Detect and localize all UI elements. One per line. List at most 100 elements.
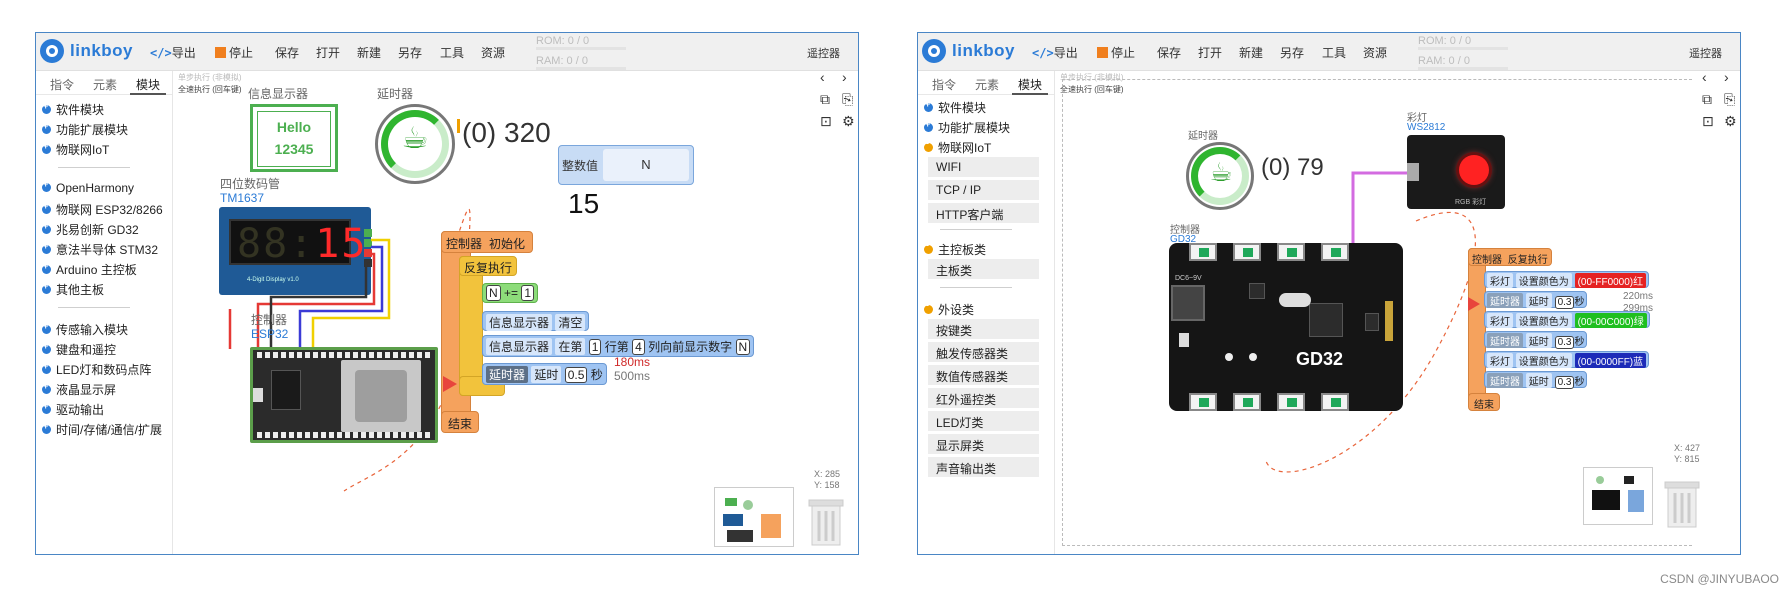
port-pad[interactable] [1321, 393, 1349, 411]
tools-button[interactable]: 工具 [440, 44, 464, 61]
color-value[interactable]: (00-0000FF)蓝 [1574, 353, 1647, 368]
sidebar-item-sensors[interactable]: 传感输入模块 [42, 321, 128, 338]
remote-button[interactable]: 遥控器 [1689, 45, 1722, 61]
sidebar-sub-buttons[interactable]: 按键类 [928, 319, 1039, 339]
set-color-block[interactable]: 彩灯 设置颜色为 (00-0000FF)蓝 [1484, 351, 1650, 368]
end-block[interactable]: 结束 [1468, 393, 1500, 411]
tab-instructions[interactable]: 指令 [932, 76, 956, 93]
port-pad[interactable] [1233, 393, 1261, 411]
open-button[interactable]: 打开 [1198, 44, 1222, 61]
port-pad[interactable] [1189, 243, 1217, 261]
port-pad[interactable] [1189, 393, 1217, 411]
new-button[interactable]: 新建 [357, 44, 381, 61]
sidebar-sub-value-sensors[interactable]: 数值传感器类 [928, 365, 1039, 385]
sidebar-sub-ir-remote[interactable]: 红外遥控类 [928, 388, 1039, 408]
loop-block[interactable]: 反复执行 [459, 256, 518, 276]
sidebar-item-extension[interactable]: 功能扩展模块 [924, 119, 1010, 136]
sidebar-item-keyboard[interactable]: 键盘和遥控 [42, 341, 116, 358]
stop-button[interactable]: 停止 [215, 44, 253, 61]
sidebar-sub-trigger-sensors[interactable]: 触发传感器类 [928, 342, 1039, 362]
sidebar-sub-wifi[interactable]: WIFI [928, 157, 1039, 177]
port-pad[interactable] [1277, 393, 1305, 411]
sidebar-item-iot[interactable]: 物联网IoT [924, 138, 991, 156]
increment-block[interactable]: N += 1 [482, 283, 539, 303]
sidebar-item-software[interactable]: 软件模块 [42, 101, 104, 118]
delay-value[interactable]: 0.3 [1554, 296, 1575, 309]
tab-elements[interactable]: 元素 [93, 76, 117, 93]
resources-button[interactable]: 资源 [1363, 44, 1387, 61]
delay-block[interactable]: 延时器 延时 0.5 秒 [482, 363, 607, 385]
row-value[interactable]: 1 [588, 339, 602, 355]
sidebar-item-esp32[interactable]: 物联网 ESP32/8266 [42, 201, 163, 218]
init-block[interactable]: 控制器 初始化 [441, 231, 534, 253]
sidebar-item-arduino[interactable]: Arduino 主控板 [42, 261, 137, 278]
delay-value[interactable]: 0.3 [1554, 336, 1575, 349]
sidebar-item-software[interactable]: 软件模块 [924, 99, 986, 116]
module-sidebar: 指令 元素 模块 软件模块 功能扩展模块 物联网IoT OpenHarmony … [36, 71, 173, 554]
increment-value[interactable]: 1 [521, 285, 535, 301]
sidebar-item-drive-output[interactable]: 驱动输出 [42, 401, 104, 418]
sidebar-sub-tcp[interactable]: TCP / IP [928, 180, 1039, 200]
sidebar-sub-http[interactable]: HTTP客户端 [928, 203, 1039, 223]
color-value[interactable]: (00-00C000)绿 [1574, 313, 1647, 328]
loop-block[interactable]: 控制器 反复执行 [1468, 248, 1552, 266]
tab-elements[interactable]: 元素 [975, 76, 999, 93]
trash-icon[interactable] [806, 495, 846, 549]
port-pad[interactable] [1321, 243, 1349, 261]
tab-modules[interactable]: 模块 [1018, 76, 1042, 93]
sidebar-item-time-storage[interactable]: 时间/存储/通信/扩展 [42, 421, 162, 438]
sidebar-item-openharmony[interactable]: OpenHarmony [42, 179, 134, 195]
sidebar-item-main-board[interactable]: 主控板类 [924, 240, 986, 258]
sidebar-sub-boards[interactable]: 主板类 [928, 259, 1039, 279]
save-as-button[interactable]: 另存 [398, 44, 422, 61]
save-button[interactable]: 保存 [1157, 44, 1181, 61]
sidebar-item-extension[interactable]: 功能扩展模块 [42, 121, 128, 138]
display-var[interactable]: N [735, 339, 751, 355]
tab-modules[interactable]: 模块 [136, 76, 160, 93]
display-number-block[interactable]: 信息显示器 在第 1 行第 4 列向前显示数字 N [482, 335, 755, 357]
sidebar-sub-led[interactable]: LED灯类 [928, 411, 1039, 431]
workspace-canvas[interactable]: 单步执行 (非模拟) 全速执行 (回车键) ‹ › ⧉ ⎘ ⊡ ⚙ 信息显示器 … [174, 69, 858, 554]
delay-value[interactable]: 0.5 [564, 367, 588, 383]
sidebar-item-gd32[interactable]: 兆易创新 GD32 [42, 221, 139, 238]
gd32-board[interactable]: DC6~9V GD32 [1169, 243, 1403, 411]
trash-icon[interactable] [1662, 477, 1702, 531]
sidebar-item-peripherals[interactable]: 外设类 [924, 300, 974, 318]
canvas-minimap[interactable] [714, 487, 794, 547]
set-color-block[interactable]: 彩灯 设置颜色为 (00-FF0000)红 [1484, 271, 1650, 288]
delay-block[interactable]: 延时器 延时 0.3 秒 [1484, 371, 1588, 389]
delay-block[interactable]: 延时器 延时 0.3 秒 [1484, 291, 1588, 309]
export-button[interactable]: </>导出 [1032, 44, 1078, 61]
sidebar-item-label: Arduino 主控板 [56, 263, 137, 277]
tools-button[interactable]: 工具 [1322, 44, 1346, 61]
canvas-minimap[interactable] [1583, 467, 1653, 525]
tab-instructions[interactable]: 指令 [50, 76, 74, 93]
sidebar-item-lcd[interactable]: 液晶显示屏 [42, 381, 116, 398]
delay-value[interactable]: 0.3 [1554, 376, 1575, 389]
port-pad[interactable] [1277, 243, 1305, 261]
color-value[interactable]: (00-FF0000)红 [1574, 273, 1647, 288]
sidebar-sub-display[interactable]: 显示屏类 [928, 434, 1039, 454]
sidebar-item-led[interactable]: LED灯和数码点阵 [42, 361, 151, 378]
save-as-button[interactable]: 另存 [1280, 44, 1304, 61]
sidebar-sub-sound[interactable]: 声音输出类 [928, 457, 1039, 477]
display-clear-block[interactable]: 信息显示器 清空 [482, 311, 590, 331]
workspace-canvas[interactable]: 单步执行 (非模拟) 全速执行 (回车键) ‹ › ⧉ ⎘ ⊡ ⚙ 延时器 ☕ … [1056, 69, 1740, 554]
end-block[interactable]: 结束 [441, 411, 480, 433]
resources-button[interactable]: 资源 [481, 44, 505, 61]
sidebar-item-iot[interactable]: 物联网IoT [42, 141, 109, 158]
save-button[interactable]: 保存 [275, 44, 299, 61]
esp32-board[interactable] [250, 347, 438, 443]
sidebar-item-other-boards[interactable]: 其他主板 [42, 281, 104, 298]
var-n[interactable]: N [486, 285, 501, 301]
sidebar-item-stm32[interactable]: 意法半导体 STM32 [42, 241, 158, 258]
delay-block[interactable]: 延时器 延时 0.3 秒 [1484, 331, 1588, 349]
block-owner: 彩灯 [1487, 273, 1513, 288]
stop-button[interactable]: 停止 [1097, 44, 1135, 61]
export-button[interactable]: </>导出 [150, 44, 196, 61]
open-button[interactable]: 打开 [316, 44, 340, 61]
new-button[interactable]: 新建 [1239, 44, 1263, 61]
column-value[interactable]: 4 [632, 339, 645, 355]
port-pad[interactable] [1233, 243, 1261, 261]
remote-button[interactable]: 遥控器 [807, 45, 840, 61]
